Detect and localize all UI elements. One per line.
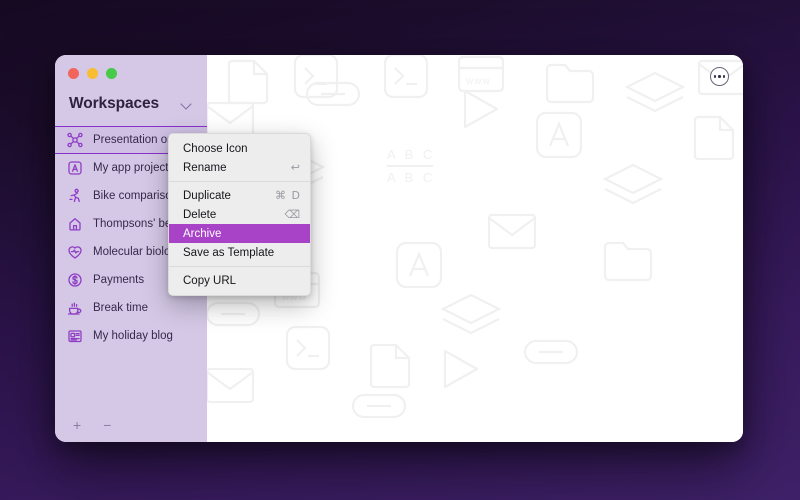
home-icon — [67, 216, 83, 232]
dot-icon — [718, 75, 721, 78]
more-options-button[interactable] — [710, 67, 729, 86]
sidebar-item-label: My app project — [93, 162, 169, 174]
app-window: Workspaces Presentation on calls My app p… — [55, 55, 743, 442]
menu-item-label: Archive — [183, 227, 222, 240]
close-button[interactable] — [68, 68, 79, 79]
dot-icon — [722, 75, 725, 78]
menu-item-choose-icon[interactable]: Choose Icon — [169, 139, 310, 158]
menu-item-label: Rename — [183, 161, 227, 174]
menu-item-rename[interactable]: Rename ↩ — [169, 158, 310, 177]
menu-item-shortcut: ↩ — [290, 161, 301, 174]
zoom-button[interactable] — [106, 68, 117, 79]
sidebar-footer: + − — [55, 408, 207, 442]
sidebar-item-my-holiday-blog[interactable]: My holiday blog — [55, 322, 207, 350]
sidebar-item-break-time[interactable]: Break time — [55, 294, 207, 322]
network-nodes-icon — [67, 132, 83, 148]
running-person-icon — [67, 188, 83, 204]
menu-item-label: Copy URL — [183, 274, 237, 287]
page-title: Workspaces — [69, 95, 160, 112]
window-controls — [55, 55, 207, 89]
desktop-background: Workspaces Presentation on calls My app p… — [0, 0, 800, 500]
menu-item-label: Save as Template — [183, 246, 275, 259]
menu-item-label: Delete — [183, 208, 217, 221]
letter-a-box-icon — [67, 160, 83, 176]
workspaces-header: Workspaces — [55, 89, 207, 125]
menu-item-duplicate[interactable]: Duplicate ⌘ D — [169, 186, 310, 205]
menu-item-save-as-template[interactable]: Save as Template — [169, 243, 310, 262]
sidebar-item-label: Payments — [93, 274, 145, 286]
remove-workspace-button[interactable]: − — [103, 418, 111, 432]
menu-item-shortcut: ⌫ — [284, 208, 301, 221]
context-menu: Choose Icon Rename ↩ Duplicate ⌘ D Delete ⌫ Arc… — [168, 133, 311, 296]
menu-separator — [169, 181, 310, 182]
sidebar-item-label: Break time — [93, 302, 148, 314]
coffee-cup-icon — [67, 300, 83, 316]
sidebar-item-label: My holiday blog — [93, 330, 173, 342]
dot-icon — [714, 75, 717, 78]
minimize-button[interactable] — [87, 68, 98, 79]
menu-item-delete[interactable]: Delete ⌫ — [169, 205, 310, 224]
heart-shield-icon — [67, 244, 83, 260]
menu-separator — [169, 266, 310, 267]
menu-item-label: Duplicate — [183, 189, 231, 202]
dollar-circle-icon — [67, 272, 83, 288]
menu-item-archive[interactable]: Archive — [169, 224, 310, 243]
menu-item-copy-url[interactable]: Copy URL — [169, 271, 310, 290]
newspaper-icon — [67, 328, 83, 344]
menu-item-shortcut: ⌘ D — [275, 189, 301, 202]
add-workspace-button[interactable]: + — [73, 418, 81, 432]
chevron-down-icon[interactable] — [180, 98, 193, 111]
menu-item-label: Choose Icon — [183, 142, 248, 155]
